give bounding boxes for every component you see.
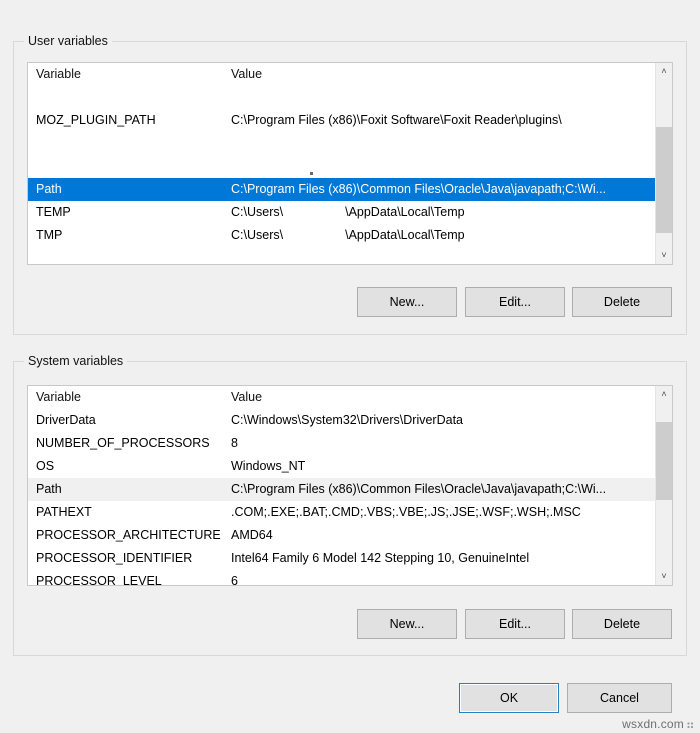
user-list-row-path[interactable]: Path C:\Program Files (x86)\Common Files… — [28, 178, 655, 201]
watermark-dots-icon — [687, 722, 694, 729]
ok-button[interactable]: OK — [459, 683, 559, 713]
system-list-row-processor-architecture[interactable]: PROCESSOR_ARCHITECTURE AMD64 — [28, 524, 655, 547]
system-list-row-os[interactable]: OS Windows_NT — [28, 455, 655, 478]
system-variable-name: Path — [36, 482, 62, 496]
user-variable-name: TMP — [36, 228, 63, 242]
cancel-button[interactable]: Cancel — [567, 683, 672, 713]
system-list-row-path[interactable]: Path C:\Program Files (x86)\Common Files… — [28, 478, 655, 501]
value-prefix: C:\Users\ — [231, 205, 284, 219]
system-variable-value: AMD64 — [231, 528, 273, 542]
system-variable-value: .COM;.EXE;.BAT;.CMD;.VBS;.VBE;.JS;.JSE;.… — [231, 505, 581, 519]
system-variable-name: PROCESSOR_LEVEL — [36, 574, 162, 585]
scroll-down-icon[interactable]: ˅ — [656, 247, 672, 264]
system-new-button[interactable]: New... — [357, 609, 457, 639]
user-variables-list-body[interactable]: Variable Value MOZ_PLUGIN_PATH C:\Progra… — [28, 63, 655, 264]
system-list-row-number-of-processors[interactable]: NUMBER_OF_PROCESSORS 8 — [28, 432, 655, 455]
user-list-row-temp[interactable]: TEMP C:\Users\ \AppData\Local\Temp — [28, 201, 655, 224]
user-list-blank-row[interactable] — [28, 132, 655, 155]
system-column-header-value[interactable]: Value — [231, 386, 651, 409]
user-list-blank-row[interactable] — [28, 155, 655, 178]
value-suffix: \AppData\Local\Temp — [345, 205, 465, 219]
system-variable-name: DriverData — [36, 413, 96, 427]
user-delete-button[interactable]: Delete — [572, 287, 672, 317]
system-variables-list[interactable]: Variable Value DriverData C:\Windows\Sys… — [27, 385, 673, 586]
system-variable-name: OS — [36, 459, 55, 473]
user-variables-title: User variables — [24, 34, 112, 48]
system-list-scrollbar-thumb[interactable] — [656, 422, 672, 500]
user-list-scrollbar-thumb[interactable] — [656, 127, 672, 233]
user-column-header-variable[interactable]: Variable — [36, 63, 226, 86]
system-variable-name: PATHEXT — [36, 505, 92, 519]
user-list-header-row: Variable Value — [28, 63, 655, 86]
system-edit-button[interactable]: Edit... — [465, 609, 565, 639]
watermark: wsxdn.com — [622, 717, 694, 731]
scroll-down-icon[interactable]: ˅ — [656, 568, 672, 585]
value-suffix: \AppData\Local\Temp — [345, 228, 465, 242]
system-variable-name: PROCESSOR_ARCHITECTURE — [36, 528, 221, 542]
scroll-up-icon[interactable]: ˄ — [656, 386, 672, 403]
user-list-blank-row[interactable] — [28, 86, 655, 109]
system-list-scrollbar[interactable]: ˄ ˅ — [655, 386, 672, 585]
user-column-header-value[interactable]: Value — [231, 63, 651, 86]
user-list-row-tmp[interactable]: TMP C:\Users\ \AppData\Local\Temp — [28, 224, 655, 247]
system-column-header-variable[interactable]: Variable — [36, 386, 226, 409]
user-variable-name: Path — [36, 182, 62, 196]
user-list-scrollbar[interactable]: ˄ ˅ — [655, 63, 672, 264]
system-list-row-processor-level[interactable]: PROCESSOR_LEVEL 6 — [28, 570, 655, 585]
system-variable-name: PROCESSOR_IDENTIFIER — [36, 551, 193, 565]
user-variable-value: C:\Users\ \AppData\Local\Temp — [231, 201, 651, 224]
system-variable-value: 6 — [231, 574, 238, 585]
user-variable-value: C:\Program Files (x86)\Foxit Software\Fo… — [231, 113, 562, 127]
watermark-text: wsxdn.com — [622, 717, 684, 731]
system-variable-value: 8 — [231, 436, 238, 450]
system-list-row-processor-identifier[interactable]: PROCESSOR_IDENTIFIER Intel64 Family 6 Mo… — [28, 547, 655, 570]
system-variables-title: System variables — [24, 354, 128, 368]
scroll-up-icon[interactable]: ˄ — [656, 63, 672, 80]
user-variable-value: C:\Users\ \AppData\Local\Temp — [231, 224, 651, 247]
user-variable-value: C:\Program Files (x86)\Common Files\Orac… — [231, 182, 607, 196]
user-list-row-moz-plugin-path[interactable]: MOZ_PLUGIN_PATH C:\Program Files (x86)\F… — [28, 109, 655, 132]
user-edit-button[interactable]: Edit... — [465, 287, 565, 317]
system-variable-value: Windows_NT — [231, 459, 306, 473]
value-prefix: C:\Users\ — [231, 228, 284, 242]
system-variable-value: C:\Windows\System32\Drivers\DriverData — [231, 413, 463, 427]
system-variables-list-body[interactable]: Variable Value DriverData C:\Windows\Sys… — [28, 386, 655, 585]
system-variable-value: C:\Program Files (x86)\Common Files\Orac… — [231, 482, 607, 496]
user-variables-list[interactable]: Variable Value MOZ_PLUGIN_PATH C:\Progra… — [27, 62, 673, 265]
user-variable-name: TEMP — [36, 205, 71, 219]
system-list-row-driverdata[interactable]: DriverData C:\Windows\System32\Drivers\D… — [28, 409, 655, 432]
user-variable-name: MOZ_PLUGIN_PATH — [36, 113, 156, 127]
user-new-button[interactable]: New... — [357, 287, 457, 317]
system-list-row-pathext[interactable]: PATHEXT .COM;.EXE;.BAT;.CMD;.VBS;.VBE;.J… — [28, 501, 655, 524]
system-variable-value: Intel64 Family 6 Model 142 Stepping 10, … — [231, 551, 530, 565]
system-list-header-row: Variable Value — [28, 386, 655, 409]
redaction-dot-artifact — [310, 172, 313, 175]
system-delete-button[interactable]: Delete — [572, 609, 672, 639]
system-variable-name: NUMBER_OF_PROCESSORS — [36, 436, 210, 450]
